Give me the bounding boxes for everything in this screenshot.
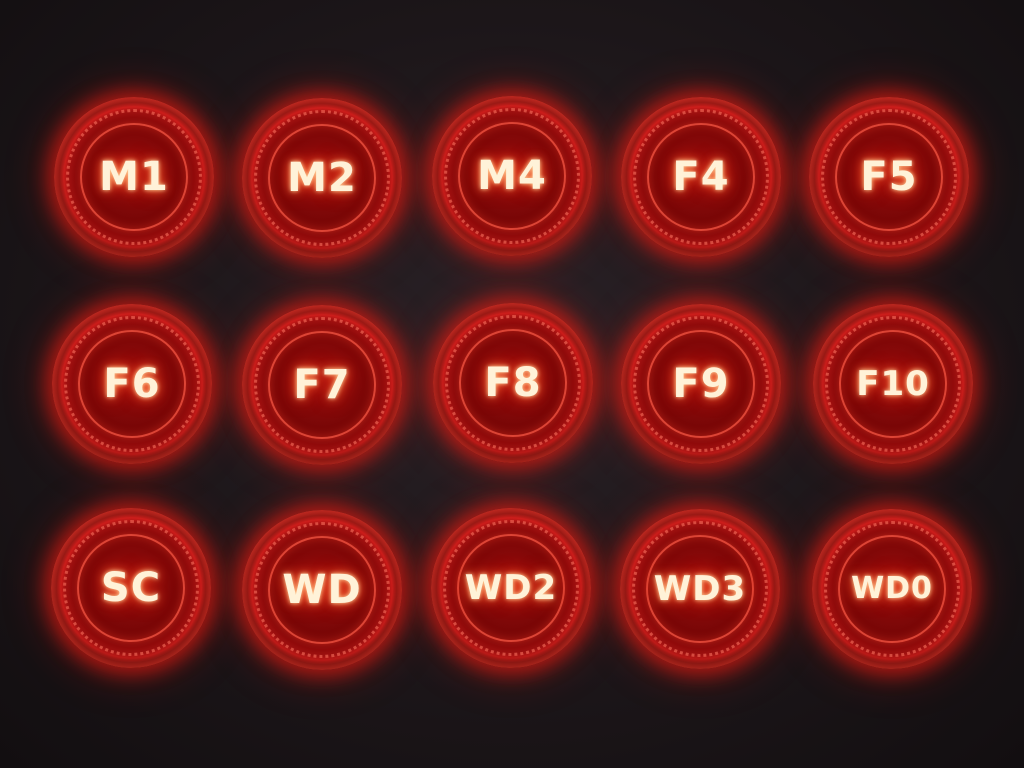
button-f5[interactable]: F5	[809, 97, 969, 257]
button-wd[interactable]: WD	[242, 510, 402, 670]
button-label: F8	[484, 360, 542, 406]
button-panel: M1 M2 M4 F4 F5 F6 F7 F8 F9 F10 SC WD WD2…	[0, 0, 1024, 768]
button-f10[interactable]: F10	[813, 304, 973, 464]
button-label: WD0	[851, 571, 933, 606]
button-label: F4	[672, 154, 730, 200]
button-f4[interactable]: F4	[621, 97, 781, 257]
button-wd0[interactable]: WD0	[812, 509, 972, 669]
button-label: SC	[100, 565, 162, 611]
button-label: F10	[856, 364, 930, 404]
button-label: F6	[103, 361, 161, 407]
button-f6[interactable]: F6	[52, 304, 212, 464]
button-label: M1	[99, 154, 169, 200]
button-m4[interactable]: M4	[432, 96, 592, 256]
button-label: WD	[282, 567, 362, 613]
button-label: F7	[293, 362, 351, 408]
button-label: WD3	[653, 569, 747, 609]
button-label: F5	[860, 154, 918, 200]
button-wd3[interactable]: WD3	[620, 509, 780, 669]
button-label: F9	[672, 361, 730, 407]
button-f9[interactable]: F9	[621, 304, 781, 464]
button-wd2[interactable]: WD2	[431, 508, 591, 668]
button-label: M4	[477, 153, 547, 199]
button-m1[interactable]: M1	[54, 97, 214, 257]
button-m2[interactable]: M2	[242, 98, 402, 258]
button-f8[interactable]: F8	[433, 303, 593, 463]
button-label: M2	[287, 155, 357, 201]
button-label: WD2	[464, 568, 558, 608]
button-f7[interactable]: F7	[242, 305, 402, 465]
button-sc[interactable]: SC	[51, 508, 211, 668]
